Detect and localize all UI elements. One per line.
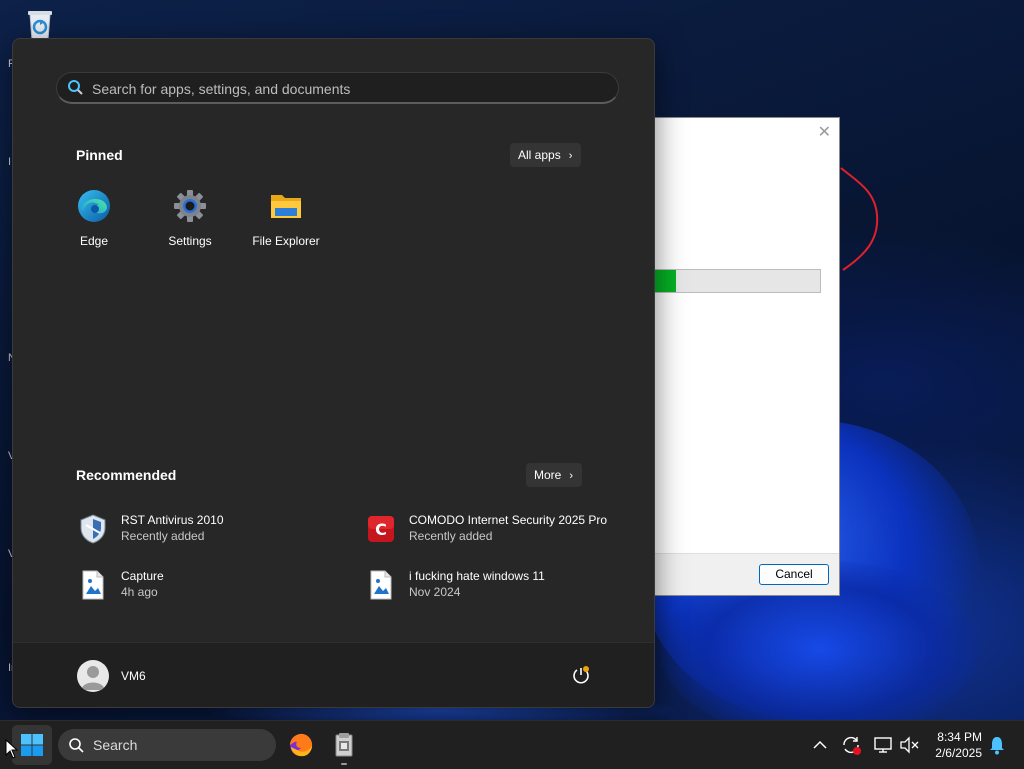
recommended-item-name: Capture xyxy=(121,569,164,583)
pinned-app-label: Settings xyxy=(168,234,212,248)
cancel-button[interactable]: Cancel xyxy=(759,564,829,585)
user-icon xyxy=(81,666,105,690)
power-icon[interactable] xyxy=(570,665,592,687)
shield-icon xyxy=(80,514,106,544)
pinned-app-label: Edge xyxy=(79,234,109,248)
all-apps-label: All apps xyxy=(518,148,561,162)
recommended-item-detail: Recently added xyxy=(409,529,493,543)
pinned-heading: Pinned xyxy=(76,147,123,163)
edge-icon xyxy=(78,190,110,222)
taskbar-app-firefox[interactable] xyxy=(285,729,317,761)
running-indicator xyxy=(341,763,347,765)
folder-icon xyxy=(271,195,301,218)
clock-time: 8:34 PM xyxy=(937,730,982,744)
start-search-input[interactable] xyxy=(90,73,594,104)
network-icon[interactable] xyxy=(872,734,894,756)
red-annotation-scribble xyxy=(840,167,879,271)
start-search-box[interactable] xyxy=(56,72,619,104)
chevron-up-icon[interactable] xyxy=(809,734,831,756)
chevron-right-icon: › xyxy=(568,150,573,162)
recommended-item-name: i fucking hate windows 11 xyxy=(409,569,545,583)
pinned-app-label: File Explorer xyxy=(252,234,320,248)
chevron-right-icon: › xyxy=(569,470,574,482)
clock-date: 2/6/2025 xyxy=(935,746,982,760)
recycle-bin-icon[interactable] xyxy=(22,6,58,42)
mouse-cursor-icon xyxy=(5,739,19,759)
pinned-app-edge[interactable]: Edge xyxy=(49,189,139,248)
image-file-icon xyxy=(82,570,104,600)
recommended-item-name: RST Antivirus 2010 xyxy=(121,513,224,527)
progress-bar xyxy=(654,269,821,293)
user-avatar[interactable] xyxy=(77,660,109,692)
taskbar-app-installer[interactable] xyxy=(328,729,360,765)
recommended-item-detail: 4h ago xyxy=(121,585,158,599)
pinned-app-file-explorer[interactable]: File Explorer xyxy=(241,189,331,248)
installer-icon xyxy=(335,733,353,757)
comodo-icon: C xyxy=(368,516,394,542)
recommended-item-detail: Recently added xyxy=(121,529,205,543)
more-button[interactable]: More › xyxy=(526,463,583,487)
dialog-footer: Cancel xyxy=(654,553,839,595)
notification-bell-icon[interactable] xyxy=(986,734,1008,756)
image-file-icon xyxy=(370,570,392,600)
taskbar: Search 8:34 PM 2/6/2025 xyxy=(0,720,1024,769)
volume-muted-icon[interactable] xyxy=(898,734,920,756)
more-label: More xyxy=(534,468,562,482)
search-icon xyxy=(68,80,83,95)
user-name[interactable]: VM6 xyxy=(121,669,146,683)
progress-bar-fill xyxy=(654,270,676,292)
firefox-icon xyxy=(290,733,313,757)
taskbar-clock[interactable]: 8:34 PM 2/6/2025 xyxy=(926,729,982,761)
taskbar-search-label: Search xyxy=(93,737,138,753)
recommended-item-detail: Nov 2024 xyxy=(409,585,461,599)
taskbar-search[interactable]: Search xyxy=(58,729,276,761)
search-icon xyxy=(69,738,84,753)
recommended-heading: Recommended xyxy=(76,467,177,483)
dialog-close-button[interactable]: ✕ xyxy=(818,122,831,141)
recommended-item-name: COMODO Internet Security 2025 Pro xyxy=(409,513,608,527)
start-menu-footer: VM6 xyxy=(13,642,654,707)
start-menu: Pinned All apps › Edge xyxy=(12,38,655,708)
all-apps-button[interactable]: All apps › xyxy=(510,143,582,167)
settings-gear-icon xyxy=(174,190,206,222)
desktop-icon-label[interactable]: I xyxy=(8,156,11,168)
sync-icon[interactable] xyxy=(840,734,862,756)
pinned-app-settings[interactable]: Settings xyxy=(145,189,235,248)
progress-dialog: ✕ Cancel xyxy=(653,117,840,596)
svg-text:C: C xyxy=(375,520,387,539)
